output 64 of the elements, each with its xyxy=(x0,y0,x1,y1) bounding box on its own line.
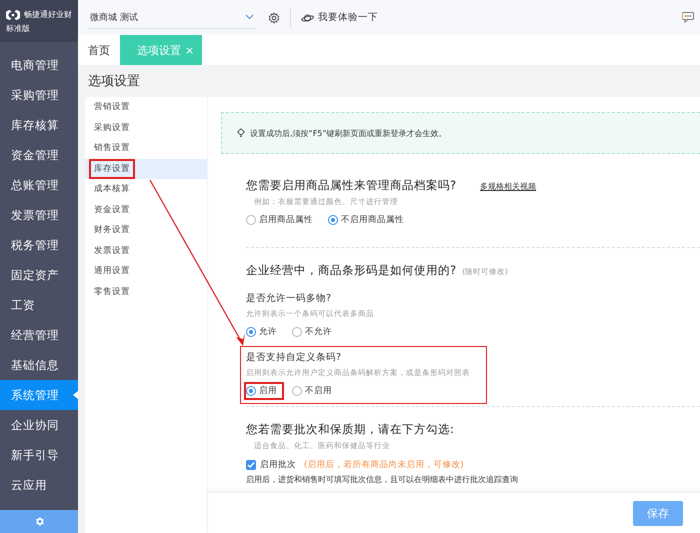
video-link[interactable]: 多规格相关视频 xyxy=(480,181,536,192)
menu-label: 资金设置 xyxy=(93,204,131,217)
radio-option[interactable]: 启用商品属性 xyxy=(244,213,316,227)
settings-menu-item[interactable]: 通用设置 xyxy=(85,261,207,282)
sidebar-item[interactable]: 企业协同 xyxy=(0,410,78,440)
logo-icon xyxy=(6,8,20,20)
radio-option[interactable]: 不允许 xyxy=(290,325,335,339)
checkbox-note: (启用后，若所有商品尚未启用，可修改) xyxy=(304,459,464,471)
settings-menu-item[interactable]: 成本核算 xyxy=(85,179,207,200)
sidebar-item[interactable]: 总账管理 xyxy=(0,170,78,200)
sidebar-item[interactable]: 基础信息 xyxy=(0,350,78,380)
question-title: 是否允许一码多物? xyxy=(246,292,332,305)
radio-option[interactable]: 不启用商品属性 xyxy=(326,213,407,227)
chevron-down-icon xyxy=(245,14,254,20)
try-link[interactable]: 我要体验一下 xyxy=(318,11,378,24)
radio-option[interactable]: 允许 xyxy=(244,325,280,339)
account-select[interactable]: 微商城 测试 xyxy=(88,6,256,28)
batch-checkbox[interactable] xyxy=(246,460,256,470)
planet-icon xyxy=(301,12,314,22)
sidebar-item[interactable]: 税务管理 xyxy=(0,230,78,260)
settings-menu-item[interactable]: 库存设置 xyxy=(85,158,207,179)
tab[interactable]: 首页 xyxy=(78,35,120,65)
settings-menu-item[interactable]: 营销设置 xyxy=(85,97,207,118)
brand-name: 畅捷通好业财 xyxy=(24,9,72,20)
checkbox-label: 启用批次 xyxy=(260,459,296,471)
settings-menu-item[interactable]: 财务设置 xyxy=(85,220,207,240)
sidebar-item[interactable]: 云应用 xyxy=(0,470,78,500)
sidebar-item[interactable]: 发票管理 xyxy=(0,200,78,230)
section-title: 您需要启用商品属性来管理商品档案吗? xyxy=(246,178,456,193)
sidebar-item[interactable]: 资金管理 xyxy=(0,140,78,170)
settings-icon[interactable] xyxy=(268,12,280,24)
chat-icon[interactable] xyxy=(682,12,694,23)
lightbulb-icon xyxy=(236,128,246,138)
settings-menu-item[interactable]: 销售设置 xyxy=(85,138,207,158)
question-title: 是否支持自定义条码? xyxy=(246,351,342,364)
sidebar-item[interactable]: 经营管理 xyxy=(0,320,78,350)
edition-label: 标准版 xyxy=(6,22,31,34)
section-title: 企业经营中，商品条形码是如何使用的? xyxy=(246,263,456,278)
menu-label: 财务设置 xyxy=(93,224,131,238)
sidebar-item[interactable]: 电商管理 xyxy=(0,50,78,80)
menu-label: 发票设置 xyxy=(93,244,131,258)
menu-label: 销售设置 xyxy=(93,142,131,156)
batch-description: 启用后，进货和销售时可填写批次信息，且可以在明细表中进行批次追踪查询 xyxy=(246,474,519,485)
tip-text: 设置成功后,须按“F5”键刷新页面或重新登录才会生效。 xyxy=(250,128,447,138)
settings-menu-item[interactable]: 发票设置 xyxy=(85,240,207,261)
menu-label: 零售设置 xyxy=(93,286,131,299)
sidebar-item[interactable]: 采购管理 xyxy=(0,80,78,110)
settings-icon xyxy=(34,516,44,527)
sidebar-item[interactable]: 新手引导 xyxy=(0,440,78,470)
radio-option[interactable]: 不启用 xyxy=(290,384,335,398)
page-title: 选项设置 xyxy=(87,73,141,91)
settings-menu-item[interactable]: 资金设置 xyxy=(85,200,207,220)
settings-menu-item[interactable]: 采购设置 xyxy=(85,118,207,138)
section-title: 您若需要批次和保质期，请在下方勾选: xyxy=(246,422,454,437)
pointer-icon xyxy=(73,391,78,399)
sidebar-item[interactable]: 库存核算 xyxy=(0,110,78,140)
menu-label: 采购设置 xyxy=(93,122,131,135)
settings-menu-item[interactable]: 零售设置 xyxy=(85,282,207,302)
sidebar-item[interactable]: 工资 xyxy=(0,290,78,320)
menu-label: 通用设置 xyxy=(93,265,131,278)
menu-label: 营销设置 xyxy=(93,101,131,114)
menu-label: 库存设置 xyxy=(91,160,133,177)
sidebar-item[interactable]: 固定资产 xyxy=(0,260,78,290)
menu-label: 成本核算 xyxy=(93,183,131,196)
